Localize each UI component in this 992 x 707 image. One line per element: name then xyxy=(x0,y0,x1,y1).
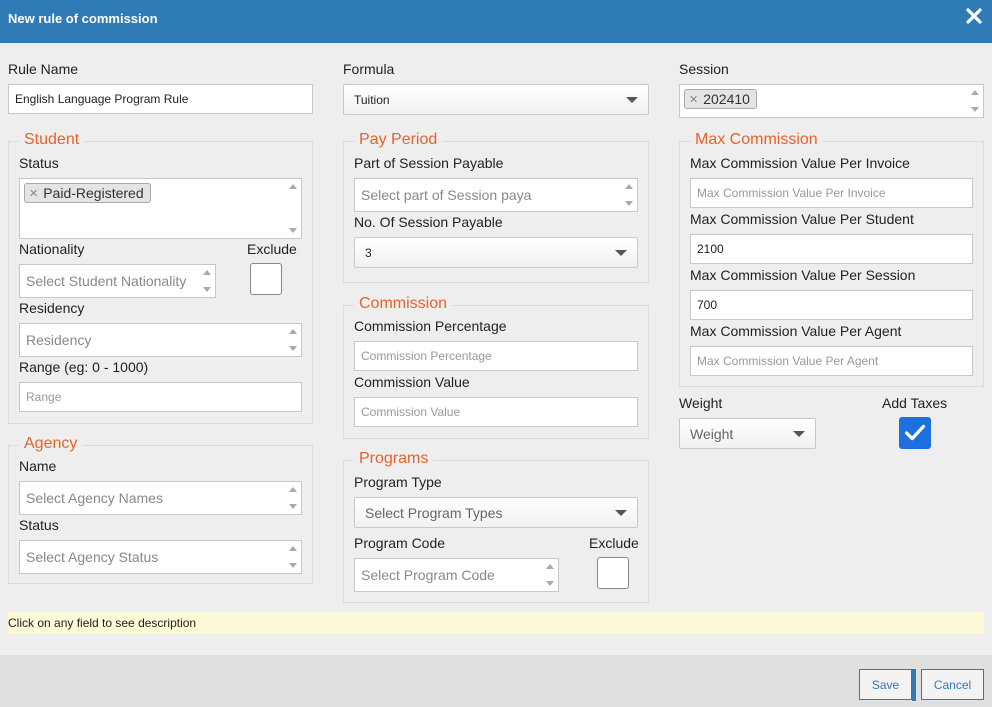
student-status-multiselect[interactable]: ✕ Paid-Registered xyxy=(19,178,302,239)
check-icon xyxy=(904,424,926,441)
field-description-bar: Click on any field to see description xyxy=(8,612,984,634)
program-code-select[interactable]: Select Program Code xyxy=(354,558,559,592)
spinner-icon[interactable] xyxy=(625,182,633,208)
rule-name-label: Rule Name xyxy=(8,61,79,77)
nationality-placeholder: Select Student Nationality xyxy=(26,273,187,289)
cancel-button[interactable]: Cancel xyxy=(921,669,984,700)
add-taxes-checkbox[interactable] xyxy=(899,417,931,449)
nationality-select[interactable]: Select Student Nationality xyxy=(19,264,216,298)
commission-value-input[interactable]: Commission Value xyxy=(354,397,638,427)
save-button[interactable]: Save xyxy=(859,669,912,700)
agency-status-label: Status xyxy=(19,517,59,533)
program-exclude-label: Exclude xyxy=(589,535,639,551)
session-tag-label: 202410 xyxy=(703,91,750,107)
add-taxes-label: Add Taxes xyxy=(882,395,948,411)
spinner-icon[interactable] xyxy=(289,544,297,570)
max-commission-legend: Max Commission xyxy=(690,131,823,149)
spinner-icon[interactable] xyxy=(971,88,979,114)
session-count-select[interactable]: 3 xyxy=(354,237,638,268)
program-exclude-checkbox[interactable] xyxy=(597,557,629,589)
commission-percentage-input[interactable]: Commission Percentage xyxy=(354,341,638,371)
spinner-icon[interactable] xyxy=(289,182,297,235)
commission-legend: Commission xyxy=(354,295,453,313)
program-type-placeholder: Select Program Types xyxy=(365,504,503,521)
student-status-label: Status xyxy=(19,155,59,171)
spinner-icon[interactable] xyxy=(546,562,554,588)
formula-label: Formula xyxy=(343,61,395,77)
formula-select[interactable]: Tuition xyxy=(343,84,649,115)
chevron-down-icon xyxy=(793,430,805,437)
pay-period-legend: Pay Period xyxy=(354,131,443,149)
nationality-exclude-checkbox[interactable] xyxy=(250,263,282,295)
session-tag: ✕ 202410 xyxy=(684,89,757,109)
part-of-session-placeholder: Select part of Session paya xyxy=(361,187,532,203)
agency-name-placeholder: Select Agency Names xyxy=(26,490,163,506)
session-label: Session xyxy=(679,61,729,77)
agency-name-label: Name xyxy=(19,458,57,474)
residency-label: Residency xyxy=(19,300,85,316)
session-count-value: 3 xyxy=(365,245,372,260)
session-count-label: No. Of Session Payable xyxy=(354,214,503,230)
programs-legend: Programs xyxy=(354,450,434,468)
range-label: Range (eg: 0 - 1000) xyxy=(19,359,149,375)
max-per-agent-label: Max Commission Value Per Agent xyxy=(690,323,902,339)
weight-label: Weight xyxy=(679,395,723,411)
button-divider xyxy=(912,669,916,701)
max-per-agent-input[interactable]: Max Commission Value Per Agent xyxy=(690,346,973,376)
residency-select[interactable]: Residency xyxy=(19,323,302,357)
remove-tag-icon[interactable]: ✕ xyxy=(689,93,698,106)
close-icon[interactable] xyxy=(964,6,984,26)
weight-select[interactable]: Weight xyxy=(679,418,816,449)
agency-status-placeholder: Select Agency Status xyxy=(26,549,159,565)
max-per-student-label: Max Commission Value Per Student xyxy=(690,211,914,227)
student-legend: Student xyxy=(19,131,85,149)
student-status-tag: ✕ Paid-Registered xyxy=(24,183,151,203)
agency-legend: Agency xyxy=(19,435,83,453)
dialog-header: New rule of commission xyxy=(0,0,992,43)
spinner-icon[interactable] xyxy=(289,485,297,511)
commission-value-label: Commission Value xyxy=(354,374,470,390)
remove-tag-icon[interactable]: ✕ xyxy=(29,187,38,200)
rule-name-input[interactable]: English Language Program Rule xyxy=(8,84,313,114)
commission-percentage-label: Commission Percentage xyxy=(354,318,507,334)
student-status-tag-label: Paid-Registered xyxy=(43,185,144,201)
program-code-label: Program Code xyxy=(354,535,446,551)
program-type-label: Program Type xyxy=(354,474,442,490)
part-of-session-select[interactable]: Select part of Session paya xyxy=(354,178,638,212)
dialog-title: New rule of commission xyxy=(8,11,158,26)
max-per-session-input[interactable]: 700 xyxy=(690,290,973,320)
formula-value: Tuition xyxy=(354,92,390,107)
residency-placeholder: Residency xyxy=(26,332,92,348)
chevron-down-icon xyxy=(626,96,638,103)
max-per-session-label: Max Commission Value Per Session xyxy=(690,267,916,283)
max-per-invoice-input[interactable]: Max Commission Value Per Invoice xyxy=(690,178,973,208)
spinner-icon[interactable] xyxy=(289,327,297,353)
nationality-exclude-label: Exclude xyxy=(247,241,297,257)
session-multiselect[interactable]: ✕ 202410 xyxy=(679,84,984,118)
range-input[interactable]: Range xyxy=(19,382,302,412)
part-of-session-label: Part of Session Payable xyxy=(354,155,504,171)
agency-status-select[interactable]: Select Agency Status xyxy=(19,540,302,574)
dialog-footer xyxy=(0,655,992,707)
program-code-placeholder: Select Program Code xyxy=(361,567,495,583)
max-per-student-input[interactable]: 2100 xyxy=(690,234,973,264)
weight-placeholder: Weight xyxy=(690,425,734,442)
chevron-down-icon xyxy=(615,249,627,256)
agency-name-select[interactable]: Select Agency Names xyxy=(19,481,302,515)
nationality-label: Nationality xyxy=(19,241,85,257)
chevron-down-icon xyxy=(615,509,627,516)
program-type-select[interactable]: Select Program Types xyxy=(354,497,638,528)
spinner-icon[interactable] xyxy=(203,268,211,294)
max-per-invoice-label: Max Commission Value Per Invoice xyxy=(690,155,910,171)
